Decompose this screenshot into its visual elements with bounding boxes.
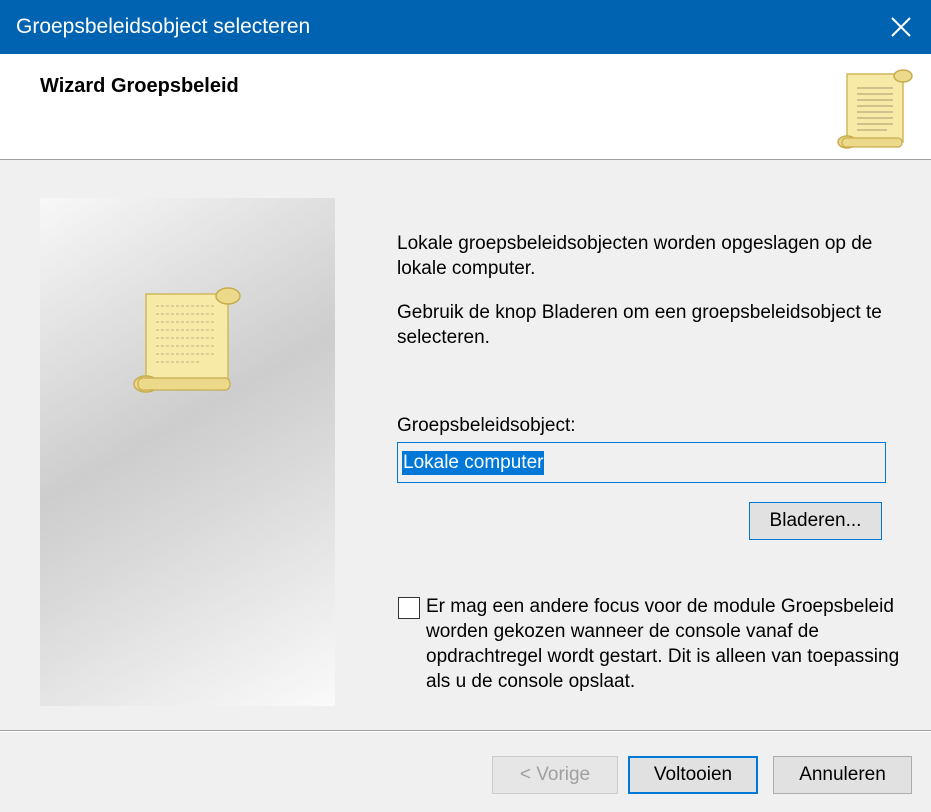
focus-checkbox-label: Er mag een andere focus voor de module G… [426,596,900,692]
scroll-icon [133,287,241,393]
wizard-side-graphic [40,198,335,706]
close-button[interactable] [871,0,931,54]
browse-button[interactable]: Bladeren... [749,502,882,540]
intro-text-2: Gebruik de knop Bladeren om een groepsbe… [397,302,882,348]
wizard-header: Wizard Groepsbeleid [0,54,931,160]
gpo-input-value: Lokale computer [402,450,545,475]
wizard-title: Wizard Groepsbeleid [40,75,239,97]
title-bar: Groepsbeleidsobject selecteren [0,0,931,54]
gpo-input[interactable]: Lokale computer [397,442,886,483]
back-button[interactable]: < Vorige [492,756,618,794]
gpo-label: Groepsbeleidsobject: [397,415,576,436]
finish-button[interactable]: Voltooien [628,756,758,794]
focus-checkbox[interactable] [398,597,420,619]
window-title: Groepsbeleidsobject selecteren [16,15,311,38]
footer-divider [0,730,931,732]
scroll-icon [837,69,913,149]
cancel-button[interactable]: Annuleren [773,756,912,794]
intro-text-1: Lokale groepsbeleidsobjecten worden opge… [397,233,873,279]
close-icon [891,17,911,37]
